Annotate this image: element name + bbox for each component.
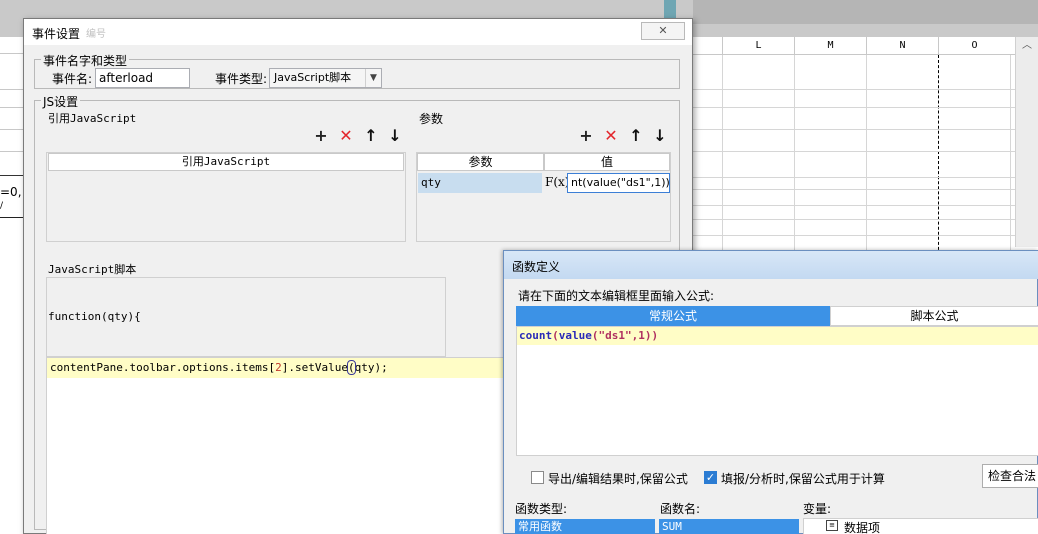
export-keep-formula-checkbox[interactable] <box>531 471 544 484</box>
group-legend: JS设置 <box>41 93 81 110</box>
group-legend: 事件名字和类型 <box>41 52 130 69</box>
chevron-down-icon: ▼ <box>365 69 381 87</box>
param-name-cell[interactable]: qty <box>418 173 542 193</box>
params-header-value[interactable]: 值 <box>544 153 670 171</box>
function-name-item[interactable]: SUM <box>659 519 799 534</box>
script-editor[interactable]: contentPane.toolbar.options.items[2].set… <box>46 357 506 534</box>
delete-icon[interactable]: ✕ <box>602 127 620 145</box>
close-icon: ✕ <box>658 24 668 37</box>
dialog-titlebar[interactable]: 函数定义 <box>504 251 1038 279</box>
delete-icon[interactable]: ✕ <box>337 127 355 145</box>
column-header-o[interactable]: O <box>938 37 1010 55</box>
data-item-icon: ≡ <box>826 520 838 531</box>
script-code-line: contentPane.toolbar.options.items[2].set… <box>50 360 388 375</box>
page-break-line <box>938 55 939 260</box>
export-keep-formula-label: 导出/编辑结果时,保留公式 <box>548 472 688 486</box>
variable-label: 变量: <box>803 502 832 516</box>
variable-tree[interactable]: ≡ 数据项 <box>803 518 1038 534</box>
cell-fragment: / <box>0 201 4 211</box>
check-validity-button[interactable]: 检查合法 <box>982 464 1038 488</box>
ref-js-header[interactable]: 引用JavaScript <box>48 153 404 171</box>
column-header-row: L M N O <box>693 37 1015 55</box>
dialog-title-suffix: 编号 <box>86 29 106 40</box>
script-label: JavaScript脚本 <box>48 263 137 276</box>
formula-fx-icon[interactable]: F(x) <box>545 175 569 189</box>
function-name-label: 函数名: <box>660 502 701 516</box>
params-label: 参数 <box>419 112 444 126</box>
event-name-input[interactable]: afterload <box>95 68 190 88</box>
ref-js-table[interactable]: 引用JavaScript <box>46 152 406 242</box>
fill-keep-formula-label: 填报/分析时,保留公式用于计算 <box>721 472 885 486</box>
script-head-area: function(qty){ <box>46 277 446 357</box>
column-header-m[interactable]: M <box>794 37 866 55</box>
arrow-down-icon[interactable]: ↓ <box>386 127 404 145</box>
cell-fragment: =0, <box>0 185 22 199</box>
formula-definition-dialog: 函数定义 请在下面的文本编辑框里面输入公式: 常规公式 脚本公式 count(v… <box>503 250 1038 534</box>
arrow-up-icon[interactable]: ↑ <box>627 127 645 145</box>
scroll-up-icon[interactable]: ︿ <box>1016 37 1038 55</box>
dialog-title: 函数定义 <box>512 260 561 274</box>
script-function-head: function(qty){ <box>48 310 141 323</box>
fill-keep-formula-checkbox[interactable]: ✓ <box>704 471 717 484</box>
ref-js-label: 引用JavaScript <box>48 112 137 125</box>
column-header-n[interactable]: N <box>866 37 938 55</box>
variable-tree-item[interactable]: 数据项 <box>844 519 880 534</box>
event-type-select[interactable]: JavaScript脚本 ▼ <box>269 68 382 88</box>
params-header-name[interactable]: 参数 <box>417 153 544 171</box>
param-value-input[interactable]: nt(value("ds1",1)) <box>567 173 670 193</box>
add-icon[interactable]: + <box>577 127 595 145</box>
event-type-value: JavaScript脚本 <box>274 71 352 84</box>
tab-normal-formula[interactable]: 常规公式 <box>516 306 830 326</box>
formula-prompt: 请在下面的文本编辑框里面输入公式: <box>518 289 715 303</box>
arrow-down-icon[interactable]: ↓ <box>651 127 669 145</box>
column-header-l[interactable]: L <box>722 37 794 55</box>
close-button[interactable]: ✕ <box>641 22 685 40</box>
arrow-up-icon[interactable]: ↑ <box>362 127 380 145</box>
tab-script-formula[interactable]: 脚本公式 <box>830 306 1038 326</box>
formula-editor[interactable]: count(value("ds1",1)) <box>516 326 1038 456</box>
event-name-label: 事件名: <box>52 72 93 86</box>
function-type-label: 函数类型: <box>515 502 568 516</box>
dialog-title: 事件设置 <box>32 27 81 41</box>
params-table[interactable]: 参数 值 qty F(x) nt(value("ds1",1)) <box>416 152 671 242</box>
dialog-titlebar[interactable]: 事件设置 编号 ✕ <box>24 19 692 45</box>
add-icon[interactable]: + <box>312 127 330 145</box>
formula-text: count(value("ds1",1)) <box>519 329 659 342</box>
sheet-left-edge: =0, / <box>0 37 24 534</box>
event-type-label: 事件类型: <box>215 72 268 86</box>
function-type-item[interactable]: 常用函数 <box>515 519 655 534</box>
vertical-scrollbar[interactable]: ︿ <box>1015 37 1038 247</box>
